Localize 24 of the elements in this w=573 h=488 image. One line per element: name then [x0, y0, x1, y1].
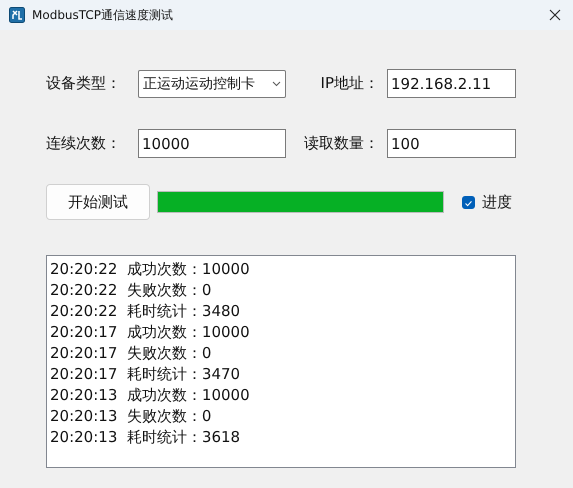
input-field[interactable]: 100 [387, 129, 516, 158]
log-line: 20:20:22 失败次数：0 [50, 280, 212, 301]
log-line: 20:20:17 耗时统计：3470 [50, 364, 242, 385]
log-line: 20:20:13 成功次数：10000 [50, 385, 251, 406]
checkbox[interactable] [462, 196, 475, 208]
field-label: 连续次数： [46, 134, 122, 153]
input-field[interactable]: 192.168.2.11 [387, 69, 516, 98]
device-type-dropdown[interactable]: 正运动运动控制卡 [138, 70, 286, 98]
field-label: IP地址： [320, 74, 380, 93]
checkbox-label: 进度 [482, 192, 512, 212]
log-line: 20:20:17 失败次数：0 [50, 343, 212, 364]
close-icon[interactable] [549, 9, 561, 21]
field-label: 设备类型： [46, 74, 122, 93]
start-test-button[interactable]: 开始测试 [46, 184, 150, 220]
app-icon [9, 7, 25, 23]
log-line: 20:20:13 耗时统计：3618 [50, 427, 242, 448]
log-line: 20:20:17 成功次数：10000 [50, 322, 251, 343]
input-field[interactable]: 10000 [138, 129, 286, 158]
log-line: 20:20:22 耗时统计：3480 [50, 301, 242, 322]
chevron-icon [272, 80, 281, 86]
window-title: ModbusTCP通信速度测试 [32, 6, 174, 24]
log-line: 20:20:22 成功次数：10000 [50, 259, 251, 280]
field-label: 读取数量： [304, 134, 380, 153]
log-line: 20:20:13 失败次数：0 [50, 406, 212, 427]
